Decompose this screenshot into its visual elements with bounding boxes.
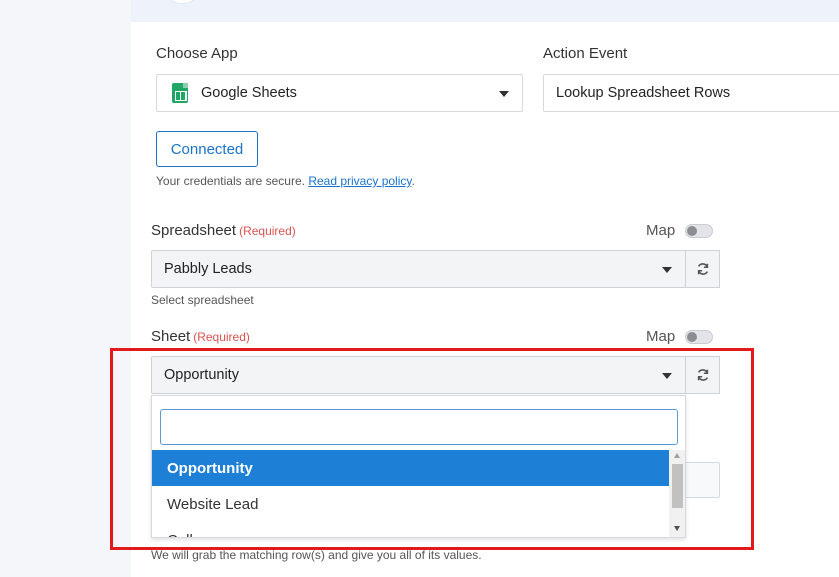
connected-button[interactable]: Connected	[156, 131, 258, 167]
sheet-refresh-button[interactable]	[685, 356, 720, 394]
sheet-value: Opportunity	[164, 367, 239, 383]
sheet-search-input[interactable]	[160, 409, 678, 445]
sheet-option-opportunity[interactable]: Opportunity	[152, 450, 669, 486]
choose-app-label: Choose App	[156, 45, 238, 62]
privacy-policy-link[interactable]: Read privacy policy	[308, 174, 411, 188]
scroll-down-icon[interactable]	[674, 526, 680, 531]
credentials-text: Your credentials are secure.	[156, 174, 305, 188]
spreadsheet-map-toggle[interactable]	[685, 223, 714, 238]
action-event-select[interactable]: Lookup Spreadsheet Rows	[543, 74, 839, 112]
spreadsheet-label-text: Spreadsheet	[151, 222, 237, 239]
sheet-option-call[interactable]: Call	[152, 522, 669, 538]
chevron-down-icon	[499, 91, 509, 97]
sheet-options-list: Opportunity Website Lead Call	[152, 450, 669, 538]
spreadsheet-help: Select spreadsheet	[151, 293, 254, 307]
sheet-option-website-lead[interactable]: Website Lead	[152, 486, 669, 522]
refresh-icon	[697, 263, 708, 275]
dropdown-scrollbar[interactable]	[669, 450, 685, 537]
spreadsheet-refresh-button[interactable]	[685, 250, 720, 288]
credentials-period: .	[411, 174, 415, 188]
spreadsheet-label: Spreadsheet (Required)	[151, 222, 296, 239]
sheet-label: Sheet (Required)	[151, 328, 250, 345]
scrollbar-thumb[interactable]	[672, 464, 683, 508]
sheet-label-text: Sheet	[151, 328, 191, 345]
spreadsheet-select[interactable]: Pabbly Leads	[151, 250, 686, 288]
spreadsheet-map-toggle-group: Map	[646, 222, 714, 239]
action-event-label: Action Event	[543, 45, 628, 62]
sheet-select[interactable]: Opportunity	[151, 356, 686, 394]
sheet-required: (Required)	[193, 330, 250, 344]
sheet-map-toggle-group: Map	[646, 328, 714, 345]
credentials-note: Your credentials are secure. Read privac…	[156, 174, 415, 188]
chevron-down-icon	[662, 373, 672, 379]
action-event-value: Lookup Spreadsheet Rows	[556, 85, 731, 101]
lookup-help-text: We will grab the matching row(s) and giv…	[151, 548, 482, 562]
spreadsheet-required: (Required)	[239, 224, 296, 238]
choose-app-value: Google Sheets	[201, 85, 297, 101]
choose-app-select[interactable]: Google Sheets	[156, 74, 523, 112]
left-background	[0, 0, 131, 577]
google-sheets-icon	[172, 83, 188, 103]
sheet-map-toggle[interactable]	[685, 329, 714, 344]
spreadsheet-map-label: Map	[646, 222, 676, 239]
top-band	[131, 0, 839, 22]
chevron-down-icon	[662, 267, 672, 273]
spreadsheet-value: Pabbly Leads	[164, 261, 252, 277]
sheet-map-label: Map	[646, 328, 676, 345]
sheet-dropdown: Opportunity Website Lead Call	[151, 395, 686, 538]
refresh-icon	[697, 369, 708, 381]
scroll-up-icon[interactable]	[674, 453, 680, 458]
